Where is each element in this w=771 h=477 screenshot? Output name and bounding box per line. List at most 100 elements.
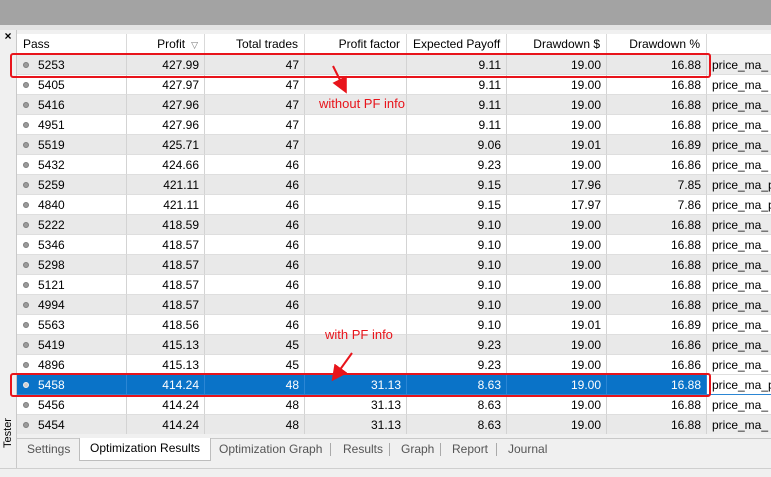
column-header-expected-payoff[interactable]: Expected Payoff [407,34,507,54]
cell-drawdown-dollar: 19.00 [507,115,607,135]
table-row[interactable]: 5416 427.96 47 9.11 19.00 16.88 price_ma_ [17,95,771,115]
cell-profit: 414.24 [127,415,205,434]
table-row[interactable]: 5259 421.11 46 9.15 17.96 7.85 price_ma_p [17,175,771,195]
cell-total-trades: 47 [205,75,305,95]
cell-pass: 5346 [17,235,127,255]
cell-drawdown-percent: 16.88 [607,115,707,135]
cell-inputs: price_ma_ [707,355,771,375]
pass-number: 5519 [38,138,65,152]
cell-expected-payoff: 9.10 [407,315,507,335]
cell-profit-factor [305,95,407,115]
column-header-drawdown-percent[interactable]: Drawdown % [607,34,707,54]
table-row[interactable]: 5458 414.24 48 31.13 8.63 19.00 16.88 price_ma_… [17,375,771,395]
cell-drawdown-percent: 16.88 [607,295,707,315]
table-row[interactable]: 4840 421.11 46 9.15 17.97 7.86 price_ma_p [17,195,771,215]
optimization-results-table: Pass Profit ▽ Total trades Profit factor … [17,34,771,434]
cell-total-trades: 47 [205,95,305,115]
cell-drawdown-percent: 16.88 [607,235,707,255]
pass-status-dot-icon [23,242,29,248]
cell-pass: 5458 [17,375,127,395]
cell-inputs: price_ma_ [707,115,771,135]
tab-report[interactable]: Report [442,439,498,460]
cell-pass: 4994 [17,295,127,315]
table-row[interactable]: 5405 427.97 47 9.11 19.00 16.88 price_ma_ [17,75,771,95]
cell-expected-payoff: 8.63 [407,395,507,415]
cell-pass: 5432 [17,155,127,175]
cell-drawdown-percent: 16.86 [607,355,707,375]
tab-settings[interactable]: Settings [17,439,80,460]
cell-drawdown-percent: 16.88 [607,275,707,295]
table-row[interactable]: 5253 427.99 47 9.11 19.00 16.88 price_ma_ [17,55,771,75]
cell-total-trades: 46 [205,255,305,275]
tab-separator [330,443,331,456]
table-row[interactable]: 4896 415.13 45 9.23 19.00 16.86 price_ma_ [17,355,771,375]
cell-drawdown-dollar: 19.00 [507,155,607,175]
cell-total-trades: 46 [205,275,305,295]
cell-profit: 418.57 [127,255,205,275]
table-row[interactable]: 5456 414.24 48 31.13 8.63 19.00 16.88 price_ma_ [17,395,771,415]
table-row[interactable]: 4951 427.96 47 9.11 19.00 16.88 price_ma_ [17,115,771,135]
table-row[interactable]: 5563 418.56 46 9.10 19.01 16.89 price_ma_ [17,315,771,335]
pass-number: 5222 [38,218,65,232]
cell-inputs: price_ma_ [707,395,771,415]
cell-inputs: price_ma_ [707,135,771,155]
tab-optimization-graph[interactable]: Optimization Graph [209,439,332,460]
tester-tabs: Settings Optimization Results Optimizati… [17,438,771,461]
tab-graph[interactable]: Graph [391,439,444,460]
cell-expected-payoff: 9.11 [407,115,507,135]
table-row[interactable]: 5298 418.57 46 9.10 19.00 16.88 price_ma_ [17,255,771,275]
pass-number: 5456 [38,398,65,412]
cell-drawdown-percent: 16.88 [607,255,707,275]
pass-status-dot-icon [23,142,29,148]
cell-profit: 427.96 [127,115,205,135]
cell-expected-payoff: 8.63 [407,375,507,395]
table-row[interactable]: 5346 418.57 46 9.10 19.00 16.88 price_ma_ [17,235,771,255]
column-header-profit-factor[interactable]: Profit factor [305,34,407,54]
tab-journal[interactable]: Journal [498,439,557,460]
pass-status-dot-icon [23,122,29,128]
table-row[interactable]: 5519 425.71 47 9.06 19.01 16.89 price_ma_ [17,135,771,155]
column-header-pass[interactable]: Pass [17,34,127,54]
cell-total-trades: 45 [205,335,305,355]
pass-status-dot-icon [23,102,29,108]
cell-profit-factor: 31.13 [305,395,407,415]
tab-separator [440,443,441,456]
table-row[interactable]: 5432 424.66 46 9.23 19.00 16.86 price_ma_ [17,155,771,175]
cell-expected-payoff: 9.23 [407,335,507,355]
table-row[interactable]: 5419 415.13 45 9.23 19.00 16.86 price_ma_ [17,335,771,355]
table-row[interactable]: 4994 418.57 46 9.10 19.00 16.88 price_ma_ [17,295,771,315]
cell-drawdown-percent: 16.88 [607,215,707,235]
cell-pass: 5298 [17,255,127,275]
table-row[interactable]: 5121 418.57 46 9.10 19.00 16.88 price_ma_ [17,275,771,295]
cell-drawdown-percent: 16.88 [607,95,707,115]
cell-inputs: price_ma_ [707,255,771,275]
pass-number: 5259 [38,178,65,192]
column-header-total-trades[interactable]: Total trades [205,34,305,54]
cell-profit-factor [305,315,407,335]
table-header: Pass Profit ▽ Total trades Profit factor … [17,34,771,55]
cell-drawdown-percent: 16.88 [607,75,707,95]
table-row[interactable]: 5222 418.59 46 9.10 19.00 16.88 price_ma_ [17,215,771,235]
cell-expected-payoff: 8.63 [407,415,507,434]
cell-profit: 427.99 [127,55,205,75]
table-row[interactable]: 5454 414.24 48 31.13 8.63 19.00 16.88 price_ma_ [17,415,771,434]
cell-profit: 427.96 [127,95,205,115]
cell-profit-factor [305,55,407,75]
cell-profit: 415.13 [127,355,205,375]
column-header-drawdown-dollar[interactable]: Drawdown $ [507,34,607,54]
cell-inputs: price_ma_p [707,175,771,195]
tab-optimization-results[interactable]: Optimization Results [79,438,212,461]
cell-drawdown-dollar: 19.00 [507,335,607,355]
pass-status-dot-icon [23,62,29,68]
pass-status-dot-icon [23,262,29,268]
cell-expected-payoff: 9.11 [407,55,507,75]
tab-results[interactable]: Results [333,439,393,460]
close-icon[interactable]: × [2,30,14,42]
pass-number: 5121 [38,278,65,292]
cell-pass: 5519 [17,135,127,155]
cell-total-trades: 45 [205,355,305,375]
cell-profit: 421.11 [127,175,205,195]
column-header-profit[interactable]: Profit ▽ [127,34,205,54]
pass-number: 5298 [38,258,65,272]
column-header-inputs[interactable] [707,34,771,54]
